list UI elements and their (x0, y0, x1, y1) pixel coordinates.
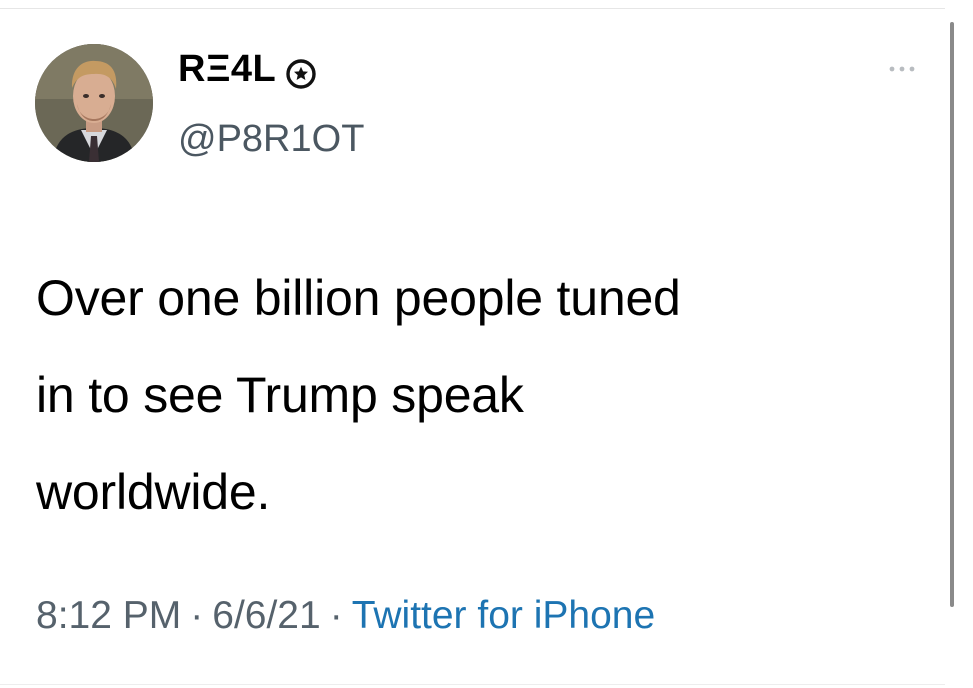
tweet-date[interactable]: 6/6/21 (212, 594, 320, 637)
tweet-card: RΞ4L @P8R1OT Over one billion people tun… (0, 0, 945, 688)
scrollbar[interactable] (950, 22, 954, 607)
tweet-time[interactable]: 8:12 PM (36, 594, 181, 637)
star-badge-icon (286, 54, 316, 89)
profile-photo (35, 44, 153, 162)
avatar[interactable] (35, 44, 153, 162)
tweet-text: Over one billion people tuned in to see … (36, 270, 681, 520)
display-name[interactable]: RΞ4L (178, 46, 316, 92)
more-options-icon[interactable] (884, 58, 920, 80)
tweet-metadata: 8:12 PM · 6/6/21 · Twitter for iPhone (36, 591, 655, 641)
tweet-source-link[interactable]: Twitter for iPhone (352, 594, 655, 637)
display-name-text: RΞ4L (178, 48, 277, 90)
meta-separator: · (329, 594, 343, 637)
user-handle[interactable]: @P8R1OT (178, 116, 364, 162)
meta-separator: · (190, 594, 204, 637)
bottom-divider (0, 684, 945, 685)
